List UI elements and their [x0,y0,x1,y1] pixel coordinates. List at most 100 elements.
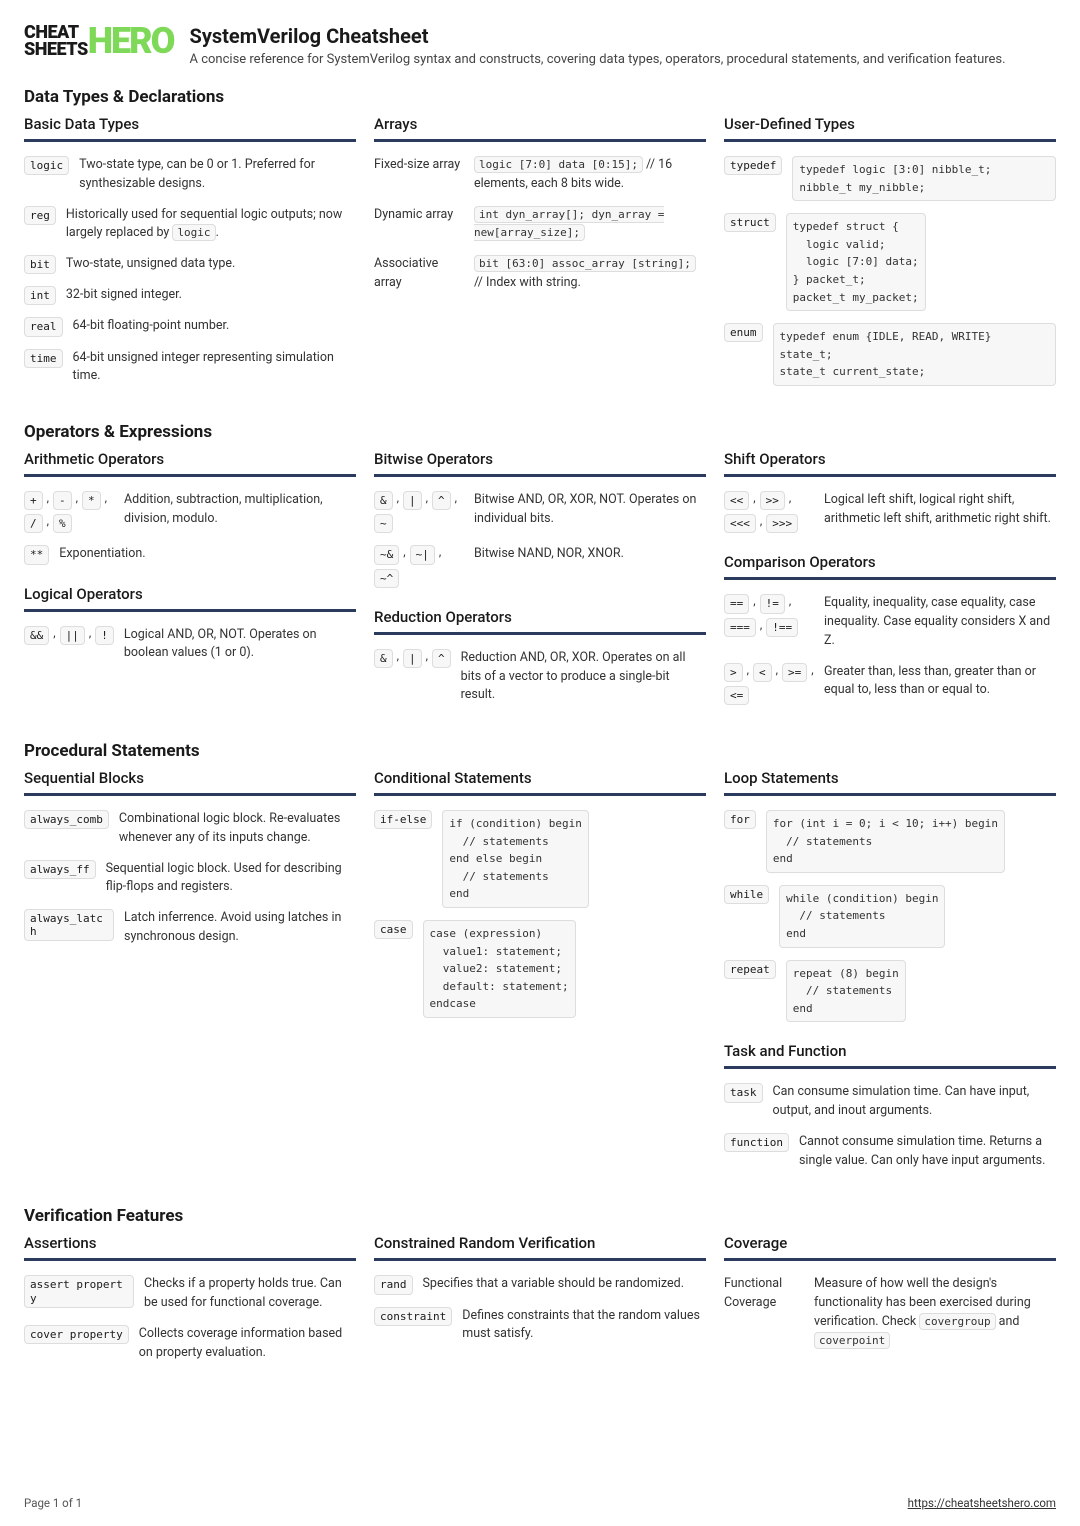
code-token: + [24,491,43,510]
code-token: && [24,626,49,645]
code-snippet: for (int i = 0; i < 10; i++) begin // st… [766,810,1005,873]
item-description: Addition, subtraction, multiplication, d… [124,491,356,529]
logo: CHEAT SHEETS HERO [24,24,174,58]
code-token: ! [95,626,114,645]
item-description: Bitwise AND, OR, XOR, NOT. Operates on i… [474,491,706,529]
code-token: <= [724,686,749,705]
code-token: || [60,626,85,645]
code-token: == [724,594,749,613]
item-description: 32-bit signed integer. [66,286,356,305]
code-token: case [374,920,413,939]
cheatsheet-row: &&,||,!Logical AND, OR, NOT. Operates on… [24,620,356,670]
code-token: always_latch [24,909,114,941]
cheatsheet-row: bitTwo-state, unsigned data type. [24,249,356,280]
code-snippet: logic [7:0] data [0:15]; [474,156,643,173]
code-token: >= [782,663,807,682]
code-token: > [724,663,743,682]
block-arithmetic: Arithmetic Operators +,-,*,/,%Addition, … [24,450,356,571]
block-coverage: Coverage Functional CoverageMeasure of h… [724,1234,1056,1368]
code-token: reg [24,206,56,225]
code-token: always_comb [24,810,109,829]
item-description: Cannot consume simulation time. Returns … [799,1133,1056,1171]
item-description: Sequential logic block. Used for describ… [106,860,356,898]
cheatsheet-row: always_ffSequential logic block. Used fo… [24,854,356,904]
block-assertions: Assertions assert propertyChecks if a pr… [24,1234,356,1368]
block-title: Logical Operators [24,585,356,603]
block-title: Constrained Random Verification [374,1234,706,1252]
block-basic-types: Basic Data Types logicTwo-state type, ca… [24,115,356,392]
code-token: & [374,649,393,668]
code-snippet: int dyn_array[]; dyn_array = new[array_s… [474,206,664,242]
item-description: Measure of how well the design's functio… [814,1275,1056,1350]
item-description: Logical AND, OR, NOT. Operates on boolea… [124,626,356,664]
code-token: * [82,491,101,510]
cheatsheet-row: taskCan consume simulation time. Can hav… [724,1077,1056,1127]
block-sequential: Sequential Blocks always_combCombination… [24,769,356,1176]
item-description: Greater than, less than, greater than or… [824,663,1056,701]
code-token: >> [760,491,785,510]
item-description: Historically used for sequential logic o… [66,206,356,244]
code-token: time [24,349,63,368]
footer-link[interactable]: https://cheatsheetshero.com [908,1496,1056,1510]
code-token: cover property [24,1325,129,1344]
cheatsheet-row: enumtypedef enum {IDLE, READ, WRITE} sta… [724,317,1056,392]
code-token: & [374,491,393,510]
block-crv: Constrained Random Verification randSpec… [374,1234,706,1368]
cheatsheet-row: casecase (expression) value1: statement;… [374,914,706,1024]
block-title: Arithmetic Operators [24,450,356,468]
cheatsheet-row: typedeftypedef logic [3:0] nibble_t; nib… [724,150,1056,207]
section-heading-operators: Operators & Expressions [24,422,1056,442]
block-logical: Logical Operators &&,||,!Logical AND, OR… [24,585,356,670]
block-title: Task and Function [724,1042,1056,1060]
logo-text-sheets: SHEETS [24,41,88,58]
code-token: real [24,317,63,336]
code-token: function [724,1133,789,1152]
cheatsheet-row: <<,>>,<<<,>>>Logical left shift, logical… [724,485,1056,539]
cheatsheet-row: Associative arraybit [63:0] assoc_array … [374,249,706,299]
cheatsheet-row: randSpecifies that a variable should be … [374,1269,706,1300]
cheatsheet-row: always_latch Latch inferrence. Avoid usin… [24,903,356,953]
code-token: while [724,885,769,904]
cheatsheet-row: cover propertyCollects coverage informat… [24,1319,356,1369]
cheatsheet-row: for for (int i = 0; i < 10; i++) begin //… [724,804,1056,879]
cheatsheet-row: assert propertyChecks if a property hold… [24,1269,356,1319]
block-title: Conditional Statements [374,769,706,787]
cheatsheet-row: Dynamic arrayint dyn_array[]; dyn_array … [374,200,706,250]
item-description: Exponentiation. [59,545,356,564]
code-token: ~| [410,545,435,564]
cheatsheet-row: whilewhile (condition) begin // statemen… [724,879,1056,954]
cheatsheet-row: reg Historically used for sequential logi… [24,200,356,250]
code-token: rand [374,1275,413,1294]
cheatsheet-row: int32-bit signed integer. [24,280,356,311]
code-token: struct [724,213,776,232]
block-conditional: Conditional Statements if-elseif (condit… [374,769,706,1176]
code-token: assert property [24,1275,134,1307]
block-title: Comparison Operators [724,553,1056,571]
page-subtitle: A concise reference for SystemVerilog sy… [190,52,1057,67]
cheatsheet-row: constraintDefines constraints that the r… [374,1301,706,1351]
code-token: | [403,649,422,668]
code-token: === [724,618,756,637]
block-title: Bitwise Operators [374,450,706,468]
code-snippet: typedef logic [3:0] nibble_t; nibble_t m… [792,156,1056,201]
item-description: Latch inferrence. Avoid using latches in… [124,909,356,947]
page-indicator: Page 1 of 1 [24,1496,82,1510]
code-token: for [724,810,756,829]
cheatsheet-row: repeatrepeat (8) begin // statements end [724,954,1056,1029]
page-header: CHEAT SHEETS HERO SystemVerilog Cheatshe… [24,24,1056,67]
block-title: Shift Operators [724,450,1056,468]
code-token: >>> [766,514,798,533]
page-title: SystemVerilog Cheatsheet [190,24,1057,48]
block-title: Sequential Blocks [24,769,356,787]
code-token: << [724,491,749,510]
code-token: ^ [432,491,451,510]
cheatsheet-row: +,-,*,/,%Addition, subtraction, multipli… [24,485,356,539]
cheatsheet-row: always_combCombinational logic block. Re… [24,804,356,854]
code-token: constraint [374,1307,452,1326]
cheatsheet-row: **Exponentiation. [24,539,356,570]
block-shift: Shift Operators <<,>>,<<<,>>>Logical lef… [724,450,1056,539]
code-token: ~^ [374,569,399,588]
item-label: Associative array [374,255,464,293]
section-heading-verification: Verification Features [24,1206,1056,1226]
code-token: if-else [374,810,432,829]
